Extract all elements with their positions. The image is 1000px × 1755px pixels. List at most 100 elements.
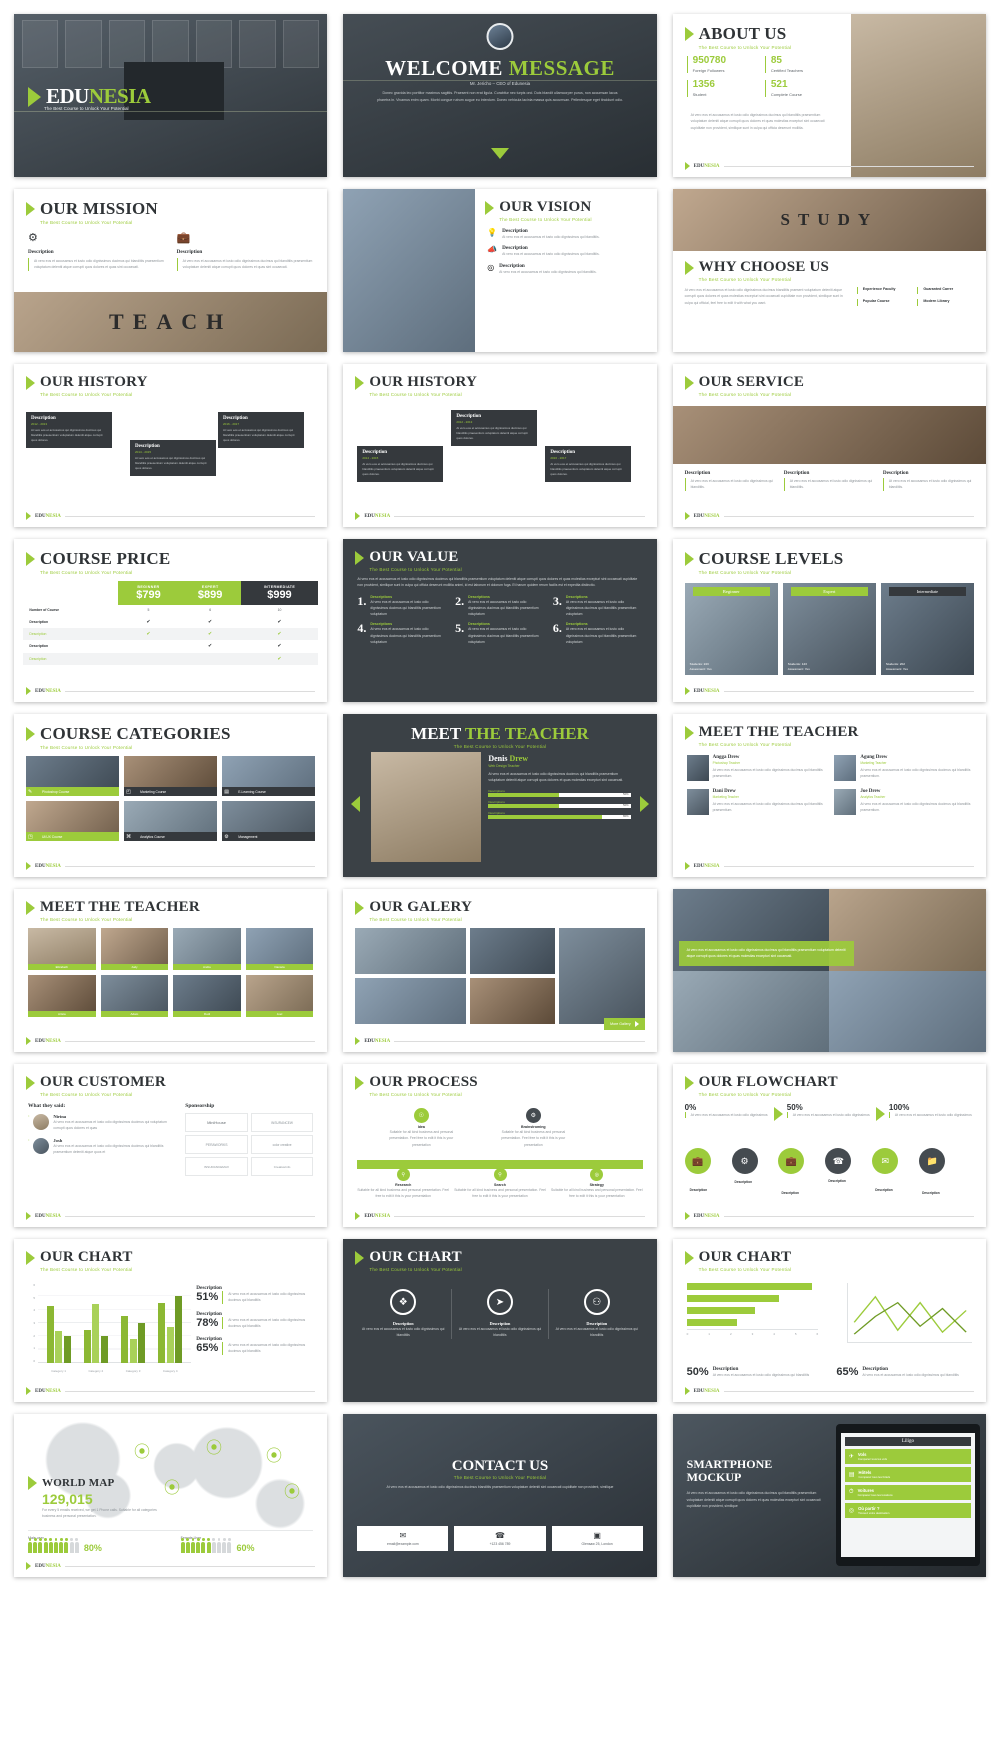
slide-our-history-1[interactable]: OUR HISTORY The Best Course to Unlock You… — [14, 364, 328, 527]
chart-icon: ◰ — [126, 788, 131, 795]
box-year: 2012 - 2013 — [31, 422, 48, 426]
category-card[interactable]: ✎ Photoshop Course — [26, 756, 120, 796]
footer-brand-a: EDU — [35, 1563, 46, 1569]
slide-why-choose-us[interactable]: STUDY WHY CHOOSE US The Best Course to Un… — [672, 189, 986, 352]
gallery-photo[interactable] — [672, 970, 830, 1052]
gallery-photo[interactable] — [355, 978, 467, 1024]
app-row[interactable]: ✈ Vols Comparez tous les vols — [844, 1449, 971, 1464]
level-card[interactable]: Expert Students: 143 Assesment: Yes — [782, 583, 876, 675]
more-gallery-button[interactable]: More Gallery — [604, 1018, 645, 1030]
slide-our-customer[interactable]: OUR CUSTOMER The Best Course to Unlock Yo… — [14, 1064, 328, 1227]
skill-value: 50% — [623, 803, 629, 808]
teacher-row[interactable]: Angga Drew Photoshop Teacher At vero eos e… — [686, 755, 825, 781]
map-text: For every 5 emails received, we get 1 Ph… — [42, 1508, 157, 1519]
box-year: 2014 - 2015 — [135, 450, 152, 454]
level-assesment: Assesment: Yes — [885, 666, 908, 671]
category-card[interactable]: ⚙ Management — [222, 801, 316, 841]
teacher-row[interactable]: Joe Drew Analytics Teacher At vero eos et … — [834, 789, 972, 815]
person-name: Joel — [245, 1011, 314, 1017]
slide-meet-teacher-1[interactable]: MEET THE TEACHER The Best Course to Unlo… — [343, 714, 657, 877]
hbar — [686, 1319, 737, 1326]
check-icon: ✔ — [208, 643, 213, 650]
slide-our-value[interactable]: OUR VALUE The Best Course to Unlock Your … — [343, 539, 657, 702]
chevron-down-icon[interactable] — [490, 148, 509, 159]
person-card[interactable]: Daniela — [245, 928, 314, 970]
slide-welcome[interactable]: WELCOME MESSAGE Mr. Jericho – CEO of Edu… — [343, 14, 657, 177]
contact-card[interactable]: ✉ email@example.com — [357, 1526, 449, 1551]
teacher-row[interactable]: Dani Drew Marketing Teacher At vero eos et… — [686, 789, 825, 815]
item-heading: Description — [684, 470, 711, 476]
slide-gallery-full[interactable]: At vero eos et accusamus et iusto odio d… — [672, 889, 986, 1052]
row-label: Number of Course — [29, 608, 59, 613]
category-card[interactable]: ◳ UI/UX Course — [26, 801, 120, 841]
process-step: ◎ Strategy Suitable for all kind busines… — [551, 1168, 643, 1200]
app-row[interactable]: ◎ Où partir ? Trouvez votre destination — [844, 1503, 971, 1518]
level-label: Intermediate — [888, 587, 966, 596]
slide-our-mission[interactable]: OUR MISSION The Best Course to Unlock You… — [14, 189, 328, 352]
page-subtitle: The Best Course to Unlock Your Potential — [698, 392, 792, 397]
chevron-right-icon — [26, 1037, 31, 1045]
footer-brand-b: NESIA — [704, 1213, 720, 1219]
chevron-right-icon — [26, 202, 35, 216]
stat-item: 1356 Student — [686, 80, 759, 97]
app-row[interactable]: ▤ Hôtels Comparez tous les hôtels — [844, 1467, 971, 1482]
prev-arrow-icon[interactable] — [351, 796, 361, 812]
teacher-row[interactable]: Agung Drew Marketing Teacher At vero eos e… — [834, 755, 972, 781]
item-text: At vero eos et accusamus et iusto odio d… — [684, 478, 776, 491]
analytics-icon: ⌘ — [126, 833, 132, 840]
gallery-photo[interactable] — [470, 928, 556, 974]
circle-item: ⚇ Description At vero eos et accusamus e… — [549, 1289, 645, 1339]
slide-cover[interactable]: EDUNESIA The Best Course to Unlock Your … — [14, 14, 328, 177]
slide-meet-teacher-3[interactable]: MEET THE TEACHER The Best Course to Unloc… — [14, 889, 328, 1052]
box-text: At vero eos et accusamus qui dignissimos… — [456, 426, 528, 441]
gallery-photo[interactable] — [559, 928, 645, 1024]
slide-our-galery[interactable]: OUR GALERY The Best Course to Unlock Your… — [343, 889, 657, 1052]
gallery-photo[interactable] — [470, 978, 556, 1024]
about-stats: 950780 Foreign Followers 85 Certified Teac… — [686, 56, 837, 97]
category-card[interactable]: ⌘ Analytics Course — [124, 801, 218, 841]
person-card[interactable]: Rudi — [173, 975, 241, 1017]
level-label: Expert — [790, 587, 868, 596]
person-card[interactable]: Andre — [173, 928, 241, 970]
slide-our-service[interactable]: OUR SERVICE The Best Course to Unlock You… — [672, 364, 986, 527]
footer-brand-a: EDU — [693, 1213, 705, 1219]
slide-our-history-2[interactable]: OUR HISTORY The Best Course to Unlock You… — [343, 364, 657, 527]
about-paragraph: At vero eos et accusamus et iusto odio d… — [690, 113, 825, 130]
category-card[interactable]: ◰ Marketing Course — [124, 756, 218, 796]
slide-course-price[interactable]: COURSE PRICE The Best Course to Unlock Yo… — [14, 539, 328, 702]
slide-course-levels[interactable]: COURSE LEVELS The Best Course to Unlock Y… — [672, 539, 986, 702]
slide-about[interactable]: ABOUT US The Best Course to Unlock Your … — [672, 14, 986, 177]
app-row[interactable]: ⏱ Voitures Comparez tous les locations — [844, 1485, 971, 1500]
level-label: Beginner — [692, 587, 770, 596]
gallery-photo[interactable] — [355, 928, 467, 974]
contact-card[interactable]: ▣ Glensaw 25, London — [551, 1526, 643, 1551]
person-card[interactable]: Elizabeth — [28, 928, 96, 970]
slide-world-map[interactable]: ⦿ ⦿ ⦿ ⦿ ⦿ WORLD MAP 129,015 For every 5 … — [14, 1414, 328, 1577]
person-card[interactable]: Joel — [245, 975, 314, 1017]
testimonial-item: “ Nirina At vero eos et accusamus et iust… — [28, 1114, 175, 1132]
level-card[interactable]: Intermediate Students: 202 Assesment: Yes — [880, 583, 974, 675]
slide-chart-circles[interactable]: OUR CHART The Best Course to Unlock Your … — [343, 1239, 657, 1402]
lightbulb-icon: 💡 — [487, 228, 498, 237]
slide-chart-mixed[interactable]: OUR CHART The Best Course to Unlock Your … — [672, 1239, 986, 1402]
gallery-photo[interactable] — [829, 970, 986, 1052]
step-text: Suitable for all kind business and perso… — [550, 1188, 643, 1199]
level-card[interactable]: Beginner Students: 243 Assesment: Yes — [684, 583, 778, 675]
box-text: At vero eos et accusamus qui dignissimos… — [135, 456, 207, 471]
next-arrow-icon[interactable] — [639, 796, 649, 812]
slide-our-flowchart[interactable]: OUR FLOWCHART The Best Course to Unlock Y… — [672, 1064, 986, 1227]
slide-course-categories[interactable]: COURSE CATEGORIES The Best Course to Unlo… — [14, 714, 328, 877]
person-card[interactable]: Judy — [100, 928, 169, 970]
slide-meet-teacher-2[interactable]: MEET THE TEACHER The Best Course to Unloc… — [672, 714, 986, 877]
slide-our-process[interactable]: OUR PROCESS The Best Course to Unlock You… — [343, 1064, 657, 1227]
table-row: Number of Course 5 6 10 — [23, 605, 318, 615]
slide-our-vision[interactable]: OUR VISION The Best Course to Unlock Your… — [343, 189, 657, 352]
slide-chart-bar[interactable]: OUR CHART The Best Course to Unlock Your … — [14, 1239, 328, 1402]
contact-card[interactable]: ☎ +123 456 789 — [454, 1526, 546, 1551]
slide-smartphone-mockup[interactable]: SMARTPHONE MOCKUP At vero eos et accusamu… — [672, 1414, 986, 1577]
person-card[interactable]: Arista — [28, 975, 96, 1017]
category-card[interactable]: ▤ E-Learning Course — [222, 756, 316, 796]
slide-contact-us[interactable]: CONTACT US The Best Course to Unlock You… — [343, 1414, 657, 1577]
item-text: At vero eos et accusamus et iusto odio d… — [468, 599, 539, 617]
person-card[interactable]: Adam — [100, 975, 169, 1017]
